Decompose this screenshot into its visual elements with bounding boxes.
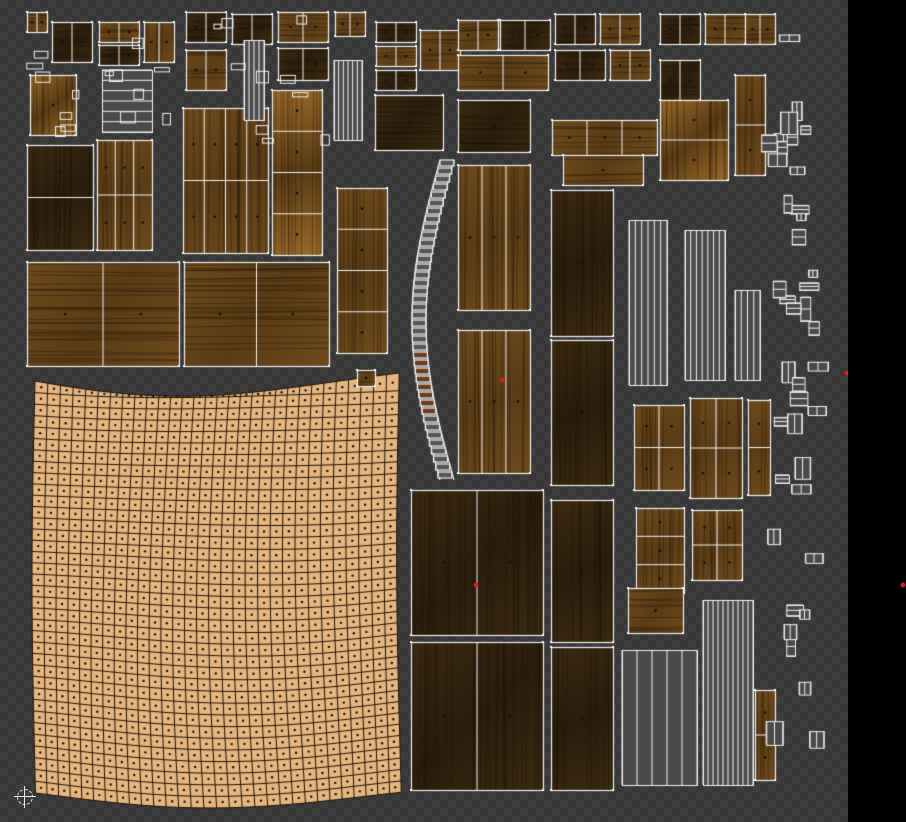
selected-vertex[interactable] bbox=[473, 582, 479, 588]
selected-vertex[interactable] bbox=[499, 377, 505, 383]
uv-islands-canvas[interactable] bbox=[0, 0, 848, 822]
backdrop-region bbox=[848, 0, 906, 822]
2d-cursor-icon[interactable] bbox=[14, 786, 36, 808]
selected-vertex[interactable] bbox=[900, 582, 906, 588]
uv-editor-viewport[interactable] bbox=[0, 0, 848, 822]
